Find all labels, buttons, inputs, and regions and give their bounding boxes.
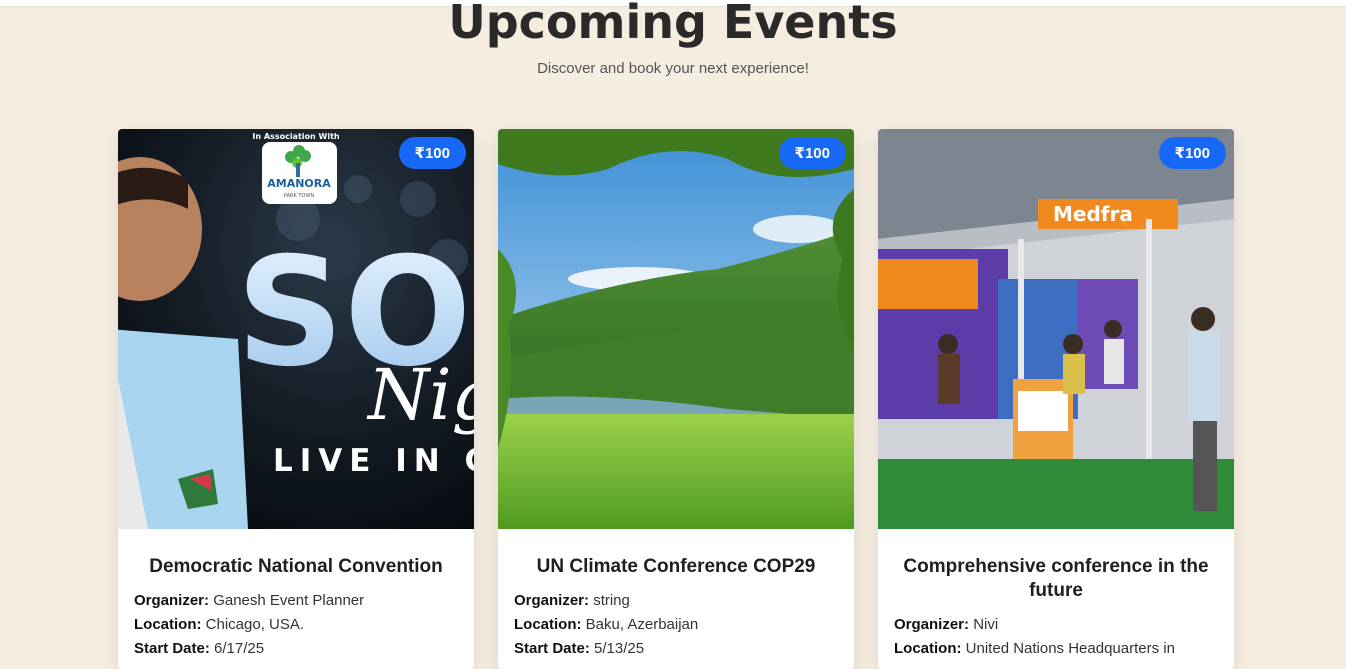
start-date-row: Start Date: 5/13/25 <box>514 637 838 661</box>
start-date-label: Start Date: <box>514 640 590 657</box>
organizer-label: Organizer: <box>894 616 970 633</box>
start-date-value: 6/17/25 <box>214 640 265 657</box>
location-row: Location: United Nations Headquarters in <box>894 637 1218 661</box>
event-image-concert: SO Nig LIVE IN C In Association With AMA… <box>118 129 474 529</box>
organizer-value: string <box>593 592 630 609</box>
location-value: United Nations Headquarters in <box>965 640 1175 657</box>
sponsor-brand-sub: PARK TOWN <box>284 193 314 199</box>
event-card[interactable]: SO Nig LIVE IN C In Association With AMA… <box>118 129 474 669</box>
event-title[interactable]: Democratic National Convention <box>134 555 458 579</box>
start-date-label: Start Date: <box>134 640 210 657</box>
start-date-value: 5/13/25 <box>594 640 645 657</box>
location-label: Location: <box>894 640 962 657</box>
location-label: Location: <box>134 616 202 633</box>
event-image-expo: Medfra ₹100 <box>878 129 1234 529</box>
organizer-row: Organizer: string <box>514 589 838 613</box>
organizer-value: Ganesh Event Planner <box>213 592 365 609</box>
card-body: Comprehensive conference in the future O… <box>878 529 1234 661</box>
organizer-row: Organizer: Ganesh Event Planner <box>134 589 458 613</box>
event-card[interactable]: ₹100 UN Climate Conference COP29 Organiz… <box>498 129 854 669</box>
location-label: Location: <box>514 616 582 633</box>
page-subtitle: Discover and book your next experience! <box>537 60 809 77</box>
price-badge: ₹100 <box>778 137 846 169</box>
location-row: Location: Baku, Azerbaijan <box>514 613 838 637</box>
event-title[interactable]: UN Climate Conference COP29 <box>514 555 838 579</box>
location-row: Location: Chicago, USA. <box>134 613 458 637</box>
organizer-label: Organizer: <box>514 592 590 609</box>
organizer-label: Organizer: <box>134 592 210 609</box>
price-badge: ₹100 <box>398 137 466 169</box>
start-date-row: Start Date: 6/17/25 <box>134 637 458 661</box>
image-tagline: LIVE IN C <box>273 443 474 479</box>
event-title[interactable]: Comprehensive conference in the future <box>894 555 1218 603</box>
card-body: UN Climate Conference COP29 Organizer: s… <box>498 529 854 661</box>
location-value: Baku, Azerbaijan <box>585 616 699 633</box>
event-card[interactable]: Medfra ₹100 Comprehensive conference in … <box>878 129 1234 669</box>
event-image-landscape: ₹100 <box>498 129 854 529</box>
card-body: Democratic National Convention Organizer… <box>118 529 474 661</box>
image-association-text: In Association With <box>252 132 339 141</box>
organizer-value: Nivi <box>973 616 999 633</box>
price-badge: ₹100 <box>1158 137 1226 169</box>
location-value: Chicago, USA. <box>205 616 305 633</box>
page-title: Upcoming Events <box>448 0 898 49</box>
image-signage: Medfra <box>1053 202 1133 226</box>
sponsor-brand: AMANORA <box>267 177 331 190</box>
organizer-row: Organizer: Nivi <box>894 613 1218 637</box>
image-script-text: Nig <box>366 354 474 436</box>
